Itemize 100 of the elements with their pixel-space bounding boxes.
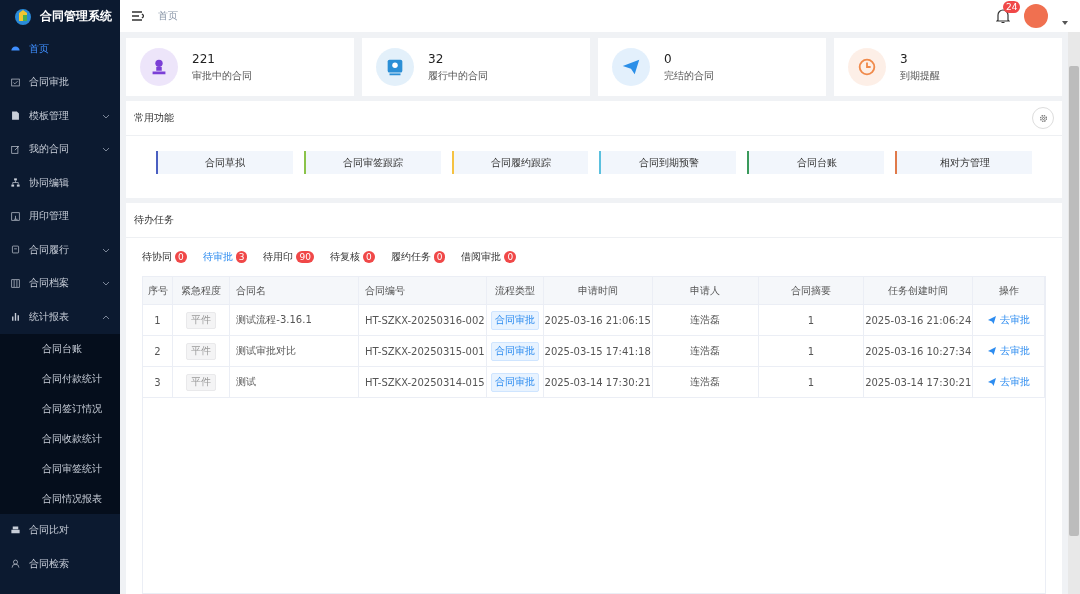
scrollbar[interactable] (1068, 32, 1080, 594)
menu-icon (10, 558, 21, 570)
task-tab[interactable]: 待复核 0 (329, 250, 375, 264)
urgency-tag: 平件 (186, 342, 217, 360)
column-header: 紧急程度 (172, 277, 230, 305)
stat-value: 221 (192, 51, 216, 66)
column-header: 合同摘要 (758, 277, 864, 305)
menu-item[interactable]: 合同检索 (0, 547, 120, 581)
menu-label: 用印管理 (29, 209, 70, 224)
menu-item[interactable]: 合同台账 (0, 333, 120, 364)
stat-label: 到期提醒 (900, 68, 940, 83)
urgency-tag: 平件 (186, 373, 217, 391)
menu-item[interactable]: 模板管理 (0, 99, 120, 133)
menu-label: 合同履行 (29, 242, 70, 257)
menu-item[interactable]: 合同情况报表 (0, 483, 120, 514)
table-cell: 3 (143, 366, 173, 398)
column-header: 合同编号 (358, 277, 487, 305)
table-cell: HT-SZKX-20250316-002 (358, 304, 487, 336)
shortcut-button[interactable]: 合同审签跟踪 (303, 151, 441, 174)
menu-label: 协同编辑 (29, 175, 70, 190)
table-cell: 2 (143, 335, 173, 367)
menu-icon (10, 244, 21, 256)
task-tab[interactable]: 借阅审批 0 (461, 250, 517, 264)
menu-label: 合同收款统计 (42, 431, 103, 446)
process-tag: 合同审批 (490, 372, 539, 392)
table-cell: 测试流程-3.16.1 (229, 304, 359, 336)
table-cell: 连浩磊 (652, 304, 759, 336)
avatar[interactable] (1024, 4, 1048, 28)
stat-label: 履行中的合同 (428, 68, 488, 83)
shortcut-button[interactable]: 合同到期预警 (599, 151, 737, 174)
stat-label: 审批中的合同 (192, 68, 252, 83)
task-tab[interactable]: 履约任务 0 (390, 250, 446, 264)
task-tab[interactable]: 待审批 3 (202, 250, 248, 264)
task-tab[interactable]: 待协同 0 (142, 250, 187, 264)
bell-icon[interactable] (996, 8, 1010, 24)
menu-item[interactable]: 合同收款统计 (0, 423, 120, 454)
send-icon (987, 316, 996, 324)
send-icon (987, 378, 996, 386)
menu-label: 我的合同 (29, 142, 70, 157)
count-badge: 0 (433, 251, 446, 263)
table-cell: 2025-03-16 21:06:24 (863, 304, 973, 336)
table-cell: 连浩磊 (652, 366, 759, 398)
task-tab[interactable]: 待用印 90 (263, 250, 314, 264)
shortcut-button[interactable]: 合同台账 (747, 151, 885, 174)
stat-value: 3 (900, 51, 909, 66)
chevron-icon (102, 279, 110, 288)
approve-link[interactable]: 去审批 (981, 374, 1036, 390)
chevron-icon (102, 145, 110, 154)
menu-label: 合同档案 (29, 276, 70, 291)
menu-icon (10, 210, 21, 222)
menu-item[interactable]: 合同签订情况 (0, 393, 120, 424)
table-cell: 测试审批对比 (229, 335, 359, 367)
approve-link[interactable]: 去审批 (981, 312, 1036, 328)
column-header: 序号 (143, 277, 173, 305)
table-cell: 2025-03-16 10:27:34 (863, 335, 973, 367)
table-cell: HT-SZKX-20250314-015 (358, 366, 487, 398)
process-tag: 合同审批 (490, 341, 539, 361)
table-cell: 2025-03-15 17:41:18 (543, 335, 653, 367)
menu-item[interactable]: 合同履行 (0, 233, 120, 267)
approve-link[interactable]: 去审批 (981, 343, 1036, 359)
shortcut-button[interactable]: 合同履约跟踪 (451, 151, 589, 174)
menu-item[interactable]: 用印管理 (0, 199, 120, 233)
menu-label: 合同审签统计 (42, 461, 103, 476)
column-header: 操作 (972, 277, 1045, 305)
menu-icon (10, 277, 21, 289)
count-badge: 3 (235, 251, 248, 263)
shortcut-button[interactable]: 合同草拟 (156, 151, 293, 174)
menu-label: 统计报表 (29, 309, 70, 324)
menu-label: 模板管理 (29, 108, 70, 123)
logo-icon (14, 7, 32, 25)
menu-icon[interactable] (132, 11, 144, 21)
notification-badge: 24 (1003, 1, 1021, 13)
menu-item[interactable]: 统计报表 (0, 300, 120, 334)
table-cell: 1 (758, 335, 864, 367)
menu-item[interactable]: 我的合同 (0, 132, 120, 166)
count-badge: 0 (175, 251, 187, 263)
menu-item[interactable]: 首页 (0, 32, 120, 66)
menu-icon (10, 143, 21, 155)
count-badge: 0 (362, 251, 375, 263)
panel-title: 待办任务 (134, 213, 174, 227)
table-cell: 1 (758, 304, 864, 336)
menu-icon (10, 177, 21, 189)
stat-value: 0 (664, 51, 673, 66)
menu-label: 首页 (29, 41, 50, 56)
send-icon (987, 347, 996, 355)
table-cell: HT-SZKX-20250315-001 (358, 335, 487, 367)
column-header: 流程类型 (486, 277, 544, 305)
urgency-tag: 平件 (186, 311, 217, 329)
table-cell: 2025-03-14 17:30:21 (863, 366, 973, 398)
menu-item[interactable]: 合同审签统计 (0, 453, 120, 484)
menu-item[interactable]: 合同档案 (0, 266, 120, 300)
shortcut-button[interactable]: 相对方管理 (895, 151, 1032, 174)
count-badge: 90 (296, 251, 314, 263)
caret-icon[interactable] (1062, 21, 1068, 25)
menu-item[interactable]: 合同付款统计 (0, 363, 120, 394)
menu-item[interactable]: 合同比对 (0, 513, 120, 547)
menu-icon (10, 311, 21, 323)
process-tag: 合同审批 (490, 310, 539, 330)
menu-item[interactable]: 协同编辑 (0, 166, 120, 200)
menu-item[interactable]: 合同审批 (0, 65, 120, 99)
